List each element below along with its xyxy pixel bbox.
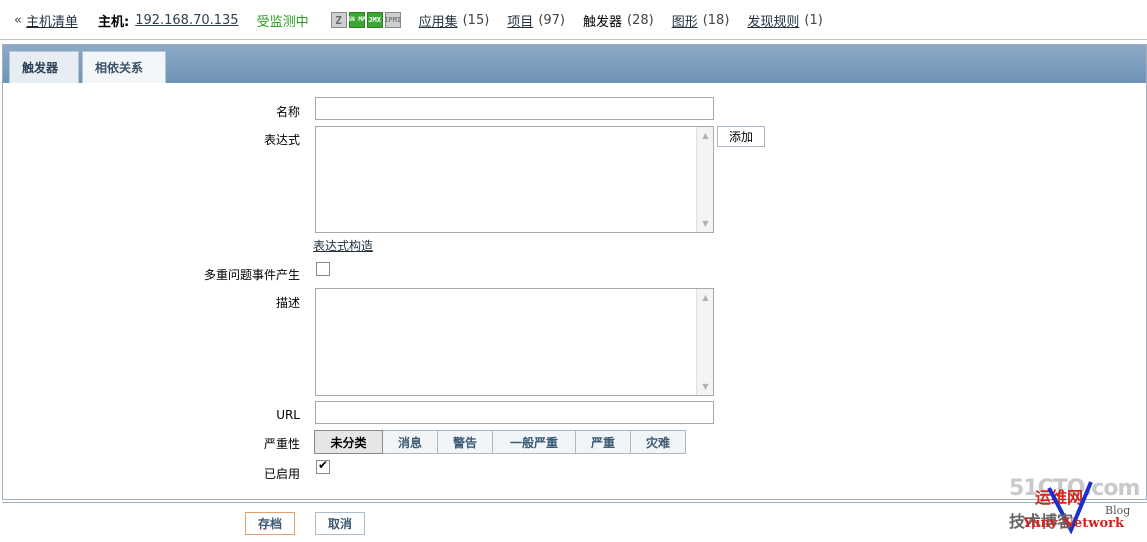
tab-dependencies[interactable]: 相依关系 <box>82 51 166 83</box>
graphs-count: (18) <box>702 12 730 28</box>
tab-trigger[interactable]: 触发器 <box>9 51 79 83</box>
discovery-rules-link[interactable]: 发现规则 <box>747 11 799 30</box>
host-label: 主机: <box>97 14 130 30</box>
url-input[interactable] <box>315 401 714 424</box>
expression-textarea[interactable]: ▲ ▼ <box>315 126 714 233</box>
host-breadcrumb: « 主机清单 主机: 192.168.70.135 受监测中 Z SN MP J… <box>14 11 823 30</box>
description-label: 描述 <box>275 296 300 310</box>
ipmi-icon: IPMI <box>384 12 401 28</box>
host-list-link[interactable]: 主机清单 <box>26 11 78 30</box>
snmp-icon: SN MP <box>348 12 366 28</box>
url-label: URL <box>276 408 300 422</box>
scroll-down-icon[interactable]: ▼ <box>699 217 712 230</box>
form-footer: 存档 取消 <box>2 502 1147 542</box>
tab-bar: 触发器 相依关系 <box>3 45 1146 83</box>
zabbix-agent-icon: Z <box>330 12 347 28</box>
save-button[interactable]: 存档 <box>245 512 296 535</box>
monitoring-status: 受监测中 <box>256 14 309 30</box>
host-header-bar: « 主机清单 主机: 192.168.70.135 受监测中 Z SN MP J… <box>0 0 1147 40</box>
watermark-logo: 51CTO.com 运维网 技术博客 Blog Yunv Network <box>1005 476 1143 534</box>
graphs-link[interactable]: 图形 <box>672 11 698 30</box>
host-ip-link[interactable]: 192.168.70.135 <box>135 13 238 28</box>
enabled-checkbox[interactable]: ✔ <box>316 458 330 474</box>
cancel-button[interactable]: 取消 <box>315 512 366 535</box>
severity-not-classified[interactable]: 未分类 <box>314 430 383 454</box>
back-arrow: « <box>14 12 22 28</box>
expression-builder-link[interactable]: 表达式构造 <box>313 237 373 254</box>
triggers-label: 触发器 <box>583 14 623 30</box>
items-link[interactable]: 项目 <box>507 11 533 30</box>
scroll-up-icon[interactable]: ▲ <box>699 129 712 142</box>
jmx-icon: JMX <box>366 12 383 28</box>
expression-label: 表达式 <box>263 133 300 147</box>
add-expression-button[interactable]: 添加 <box>717 126 765 147</box>
multiple-events-checkbox[interactable] <box>316 262 330 276</box>
severity-average[interactable]: 一般严重 <box>493 430 576 454</box>
applications-count: (15) <box>462 12 490 28</box>
severity-high[interactable]: 严重 <box>576 430 631 454</box>
expression-scrollbar[interactable]: ▲ ▼ <box>696 127 713 232</box>
severity-warning[interactable]: 警告 <box>438 430 493 454</box>
availability-icons: Z SN MP JMX IPMI <box>330 12 401 28</box>
enabled-label: 已启用 <box>263 467 300 481</box>
severity-selector: 未分类 消息 警告 一般严重 严重 灾难 <box>314 430 686 454</box>
triggers-count: (28) <box>627 12 654 28</box>
severity-disaster[interactable]: 灾难 <box>631 430 686 454</box>
scroll-up-icon[interactable]: ▲ <box>699 291 712 304</box>
watermark-network: Yunv Network <box>1023 516 1125 531</box>
severity-information[interactable]: 消息 <box>383 430 438 454</box>
name-input[interactable] <box>315 97 714 120</box>
description-scrollbar[interactable]: ▲ ▼ <box>696 289 713 395</box>
checkmark-icon: ✔ <box>318 458 329 472</box>
severity-label: 严重性 <box>263 437 300 451</box>
multiple-events-label: 多重问题事件产生 <box>203 268 300 282</box>
name-label: 名称 <box>275 105 300 119</box>
description-textarea[interactable]: ▲ ▼ <box>315 288 714 396</box>
scroll-down-icon[interactable]: ▼ <box>699 380 712 393</box>
items-count: (97) <box>538 12 565 28</box>
discovery-rules-count: (1) <box>804 12 823 28</box>
applications-link[interactable]: 应用集 <box>419 11 458 30</box>
